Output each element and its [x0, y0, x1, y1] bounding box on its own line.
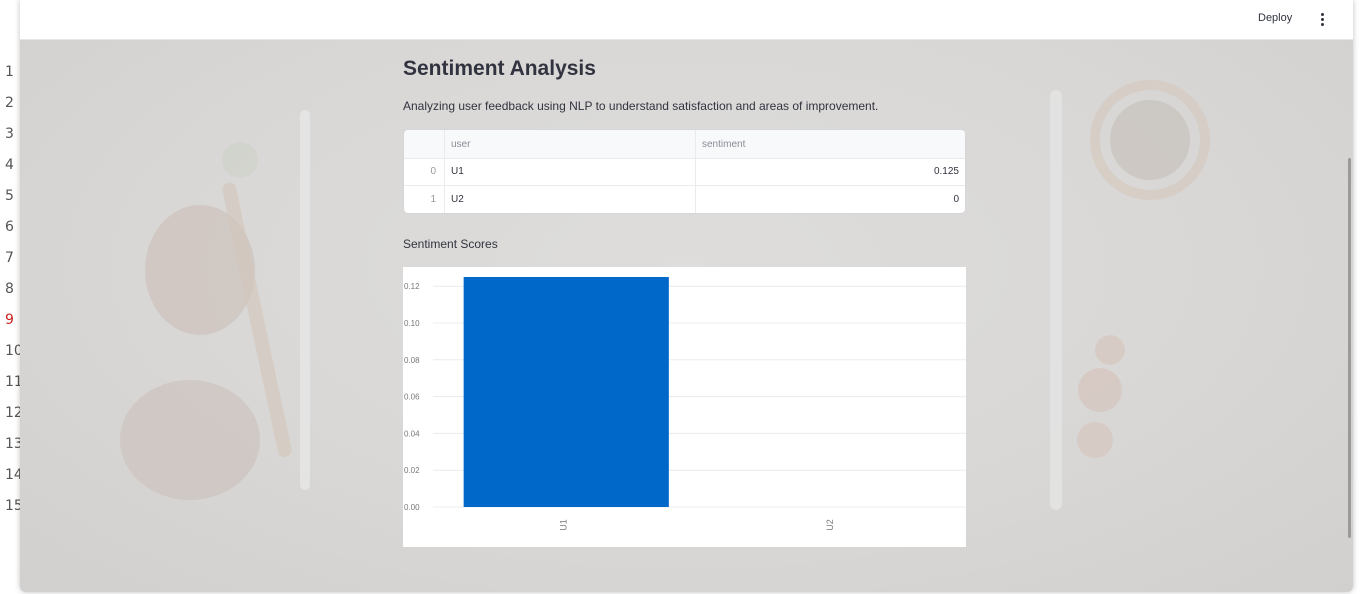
line-number: 5 [5, 188, 14, 204]
header-index [404, 130, 445, 158]
line-number: 9 [5, 312, 14, 328]
app-header: Deploy [20, 0, 1353, 40]
y-tick-label: 0.08 [404, 356, 420, 365]
kebab-menu-icon[interactable] [1317, 11, 1327, 27]
table-header-row: user sentiment [404, 130, 965, 159]
line-number: 6 [5, 219, 14, 235]
cell-user[interactable]: U1 [445, 158, 696, 185]
y-tick-label: 0.02 [404, 466, 420, 475]
y-tick-label: 0.06 [404, 393, 420, 402]
deploy-button[interactable]: Deploy [1258, 12, 1292, 24]
line-number: 2 [5, 95, 14, 111]
y-tick-label: 0.00 [404, 503, 420, 512]
table-row[interactable]: 0 U1 0.125 [404, 158, 965, 186]
line-number: 8 [5, 281, 14, 297]
table-row[interactable]: 1 U2 0 [404, 186, 965, 213]
line-number: 3 [5, 126, 14, 142]
y-tick-label: 0.04 [404, 429, 420, 438]
sentiment-dataframe[interactable]: user sentiment 0 U1 0.125 1 U2 0 [403, 129, 966, 214]
bar-U1[interactable] [463, 277, 669, 507]
cell-sentiment[interactable]: 0 [696, 186, 965, 213]
bar-chart-svg: 0.00 0.02 0.04 0.06 0.08 0.10 0.12 U1 U2 [404, 277, 966, 531]
line-number: 7 [5, 250, 14, 266]
bar-chart[interactable]: 0.00 0.02 0.04 0.06 0.08 0.10 0.12 U1 U2 [403, 267, 966, 547]
y-tick-label: 0.10 [404, 319, 420, 328]
header-sentiment[interactable]: sentiment [696, 130, 965, 158]
header-user[interactable]: user [445, 130, 696, 158]
page-title: Sentiment Analysis [403, 57, 596, 80]
y-tick-label: 0.12 [404, 282, 420, 291]
row-index: 0 [404, 158, 445, 185]
row-index: 1 [404, 186, 445, 213]
x-tick-label: U2 [825, 519, 835, 531]
cell-sentiment[interactable]: 0.125 [696, 158, 965, 185]
line-number: 1 [5, 64, 14, 80]
chart-title: Sentiment Scores [403, 237, 498, 251]
streamlit-app-window: Deploy Sentiment Analysis Analyzing user… [20, 0, 1353, 592]
line-number: 4 [5, 157, 14, 173]
x-tick-label: U1 [558, 519, 568, 531]
page-subtitle: Analyzing user feedback using NLP to und… [403, 99, 879, 113]
editor-line-gutter: 1 2 3 4 5 6 7 8 9 10 11 12 13 14 15 [0, 0, 23, 594]
vertical-scrollbar[interactable] [1348, 158, 1351, 538]
cell-user[interactable]: U2 [445, 186, 696, 213]
